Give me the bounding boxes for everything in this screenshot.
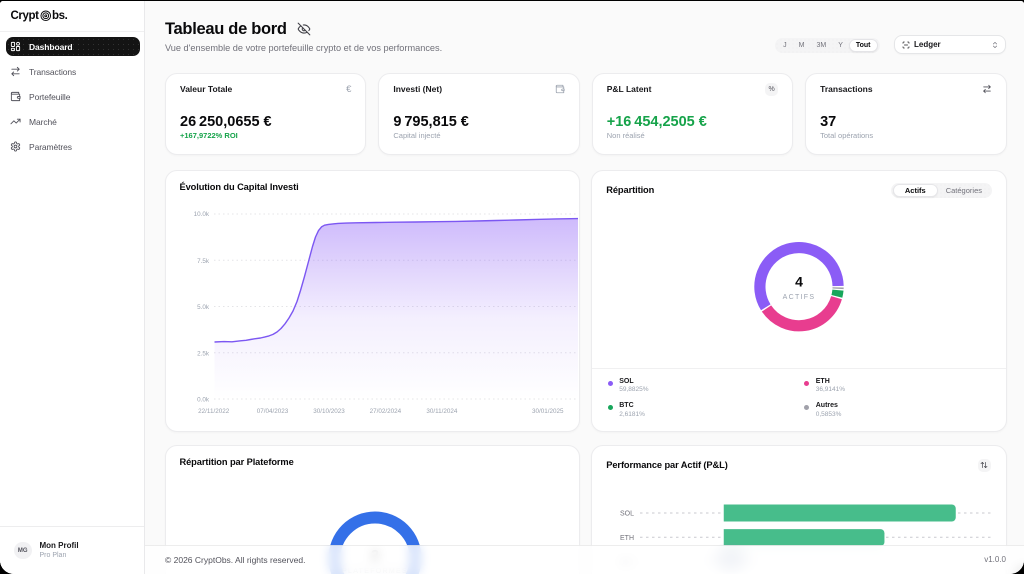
- svg-text:ETH: ETH: [620, 534, 634, 541]
- svg-text:SOL: SOL: [620, 510, 634, 517]
- svg-text:07/04/2023: 07/04/2023: [256, 407, 288, 414]
- svg-text:22/11/2022: 22/11/2022: [198, 407, 230, 414]
- svg-text:5.0k: 5.0k: [197, 304, 210, 311]
- svg-text:30/10/2023: 30/10/2023: [313, 407, 345, 414]
- svg-text:27/02/2024: 27/02/2024: [369, 407, 401, 414]
- svg-text:ACTIFS: ACTIFS: [783, 294, 816, 301]
- svg-text:0.0k: 0.0k: [197, 396, 210, 403]
- svg-text:10.0k: 10.0k: [193, 211, 209, 218]
- svg-text:4: 4: [795, 273, 803, 289]
- svg-text:30/11/2024: 30/11/2024: [426, 407, 458, 414]
- svg-text:2.5k: 2.5k: [197, 350, 210, 357]
- svg-text:7.5k: 7.5k: [197, 257, 210, 264]
- svg-text:30/01/2025: 30/01/2025: [531, 407, 563, 414]
